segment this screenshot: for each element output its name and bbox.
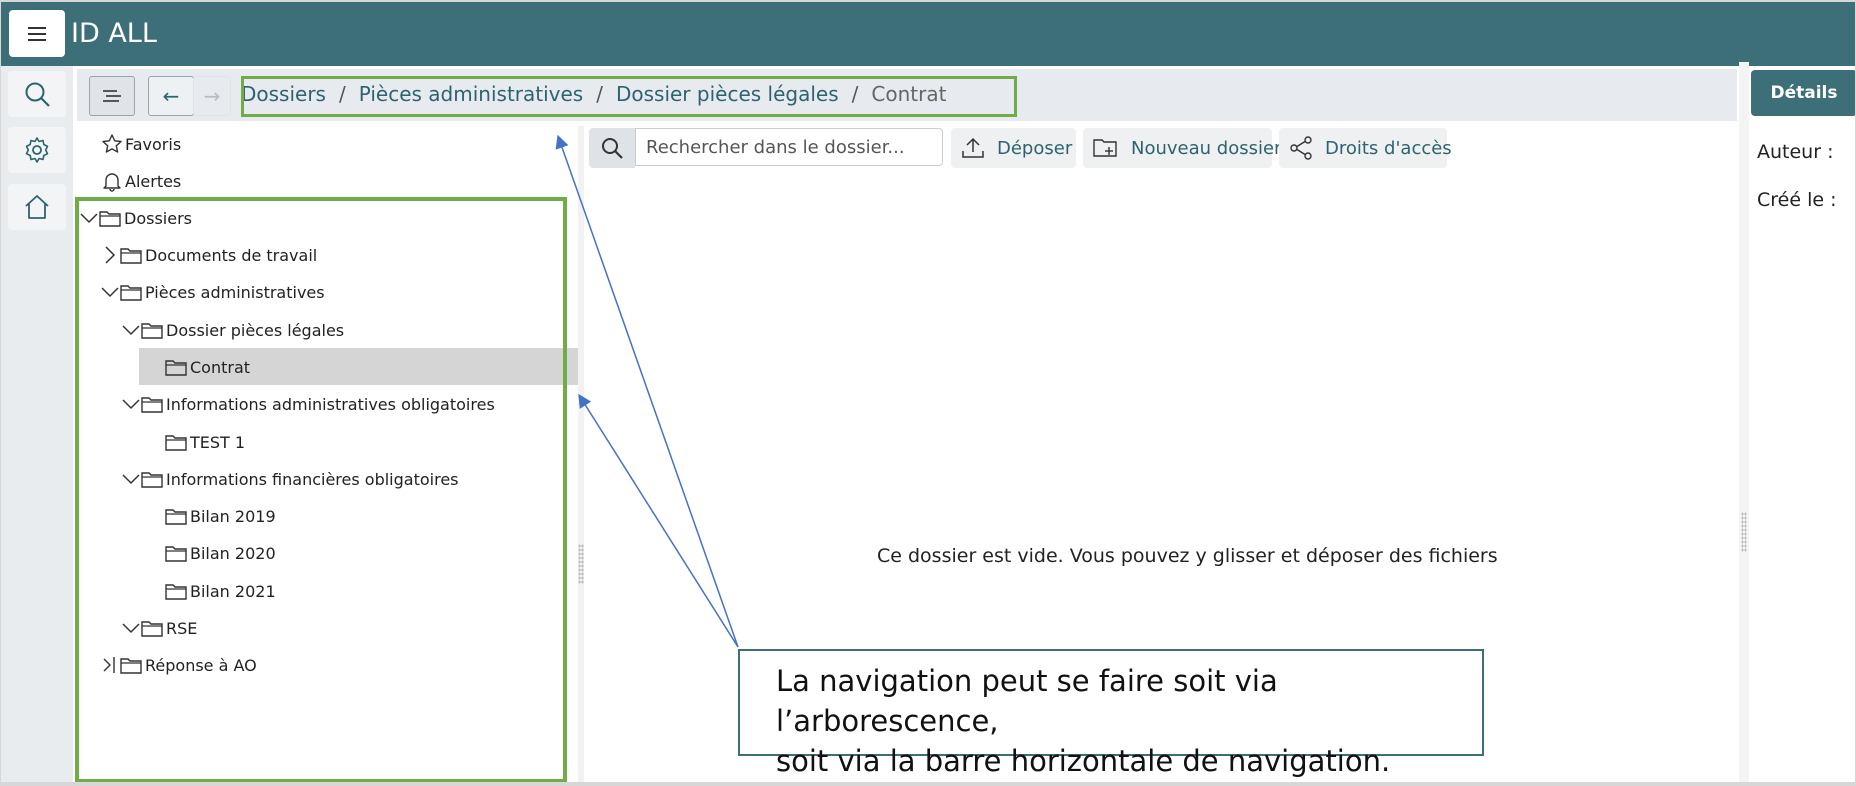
top-bar: ID ALL — [1, 2, 1855, 66]
app-window: ID ALL ← → Dossiers / Pièces administrat… — [1, 2, 1855, 782]
tree-item-label: Favoris — [125, 134, 182, 154]
upload-button[interactable]: Déposer — [951, 128, 1076, 168]
annotation-arrow — [578, 393, 739, 648]
hamburger-menu-button[interactable] — [9, 10, 65, 57]
upload-icon — [961, 137, 985, 159]
rail-search-button[interactable] — [8, 71, 66, 117]
search-button[interactable] — [589, 128, 635, 168]
callout-line-1: La navigation peut se faire soit via l’a… — [776, 664, 1278, 738]
rail-settings-button[interactable] — [8, 127, 66, 173]
search-icon — [25, 82, 50, 107]
empty-folder-message: Ce dossier est vide. Vous pouvez y gliss… — [877, 545, 1498, 567]
folder-plus-icon — [1093, 137, 1119, 159]
star-icon — [102, 134, 122, 153]
breadcrumb-highlight-box — [241, 76, 1017, 117]
details-panel — [1749, 66, 1855, 782]
rail-home-button[interactable] — [8, 184, 66, 230]
menu-lines-icon — [103, 90, 121, 102]
forward-button[interactable]: → — [193, 76, 231, 116]
tree-panel-splitter[interactable] — [578, 126, 584, 782]
author-label: Auteur : — [1757, 141, 1834, 163]
new-folder-button[interactable]: Nouveau dossier — [1083, 128, 1281, 168]
tree-item-alerts[interactable]: Alertes — [101, 165, 181, 197]
callout-line-2: soit via la barre horizontale de navigat… — [776, 744, 1391, 778]
app-title: ID ALL — [71, 18, 157, 49]
hamburger-icon — [28, 26, 46, 41]
share-icon — [1289, 136, 1313, 160]
folder-search — [589, 128, 945, 168]
tree-item-label: Alertes — [125, 171, 182, 191]
annotation-callout: La navigation peut se faire soit via l’a… — [738, 649, 1484, 778]
new-folder-label: Nouveau dossier — [1131, 137, 1282, 159]
drag-handle-icon — [578, 544, 584, 584]
arrow-left-icon: ← — [162, 84, 180, 108]
created-label: Créé le : — [1757, 189, 1837, 211]
drag-handle-icon — [1741, 512, 1747, 552]
gear-icon — [25, 137, 49, 163]
back-button[interactable]: ← — [148, 76, 194, 116]
search-icon — [602, 138, 623, 159]
left-rail — [1, 66, 73, 782]
tree-toggle-button[interactable] — [89, 76, 135, 116]
arrow-right-icon: → — [203, 84, 221, 108]
upload-label: Déposer — [997, 137, 1073, 159]
access-rights-button[interactable]: Droits d'accès — [1279, 128, 1452, 168]
annotation-arrow — [555, 134, 739, 648]
details-panel-splitter[interactable] — [1739, 62, 1749, 782]
search-input[interactable] — [635, 128, 943, 166]
home-icon — [25, 195, 49, 219]
bell-icon — [103, 173, 121, 192]
access-rights-label: Droits d'accès — [1325, 137, 1452, 159]
tree-highlight-box — [75, 197, 567, 782]
tree-item-favorites[interactable]: Favoris — [101, 128, 181, 160]
details-button[interactable]: Détails — [1751, 70, 1855, 116]
